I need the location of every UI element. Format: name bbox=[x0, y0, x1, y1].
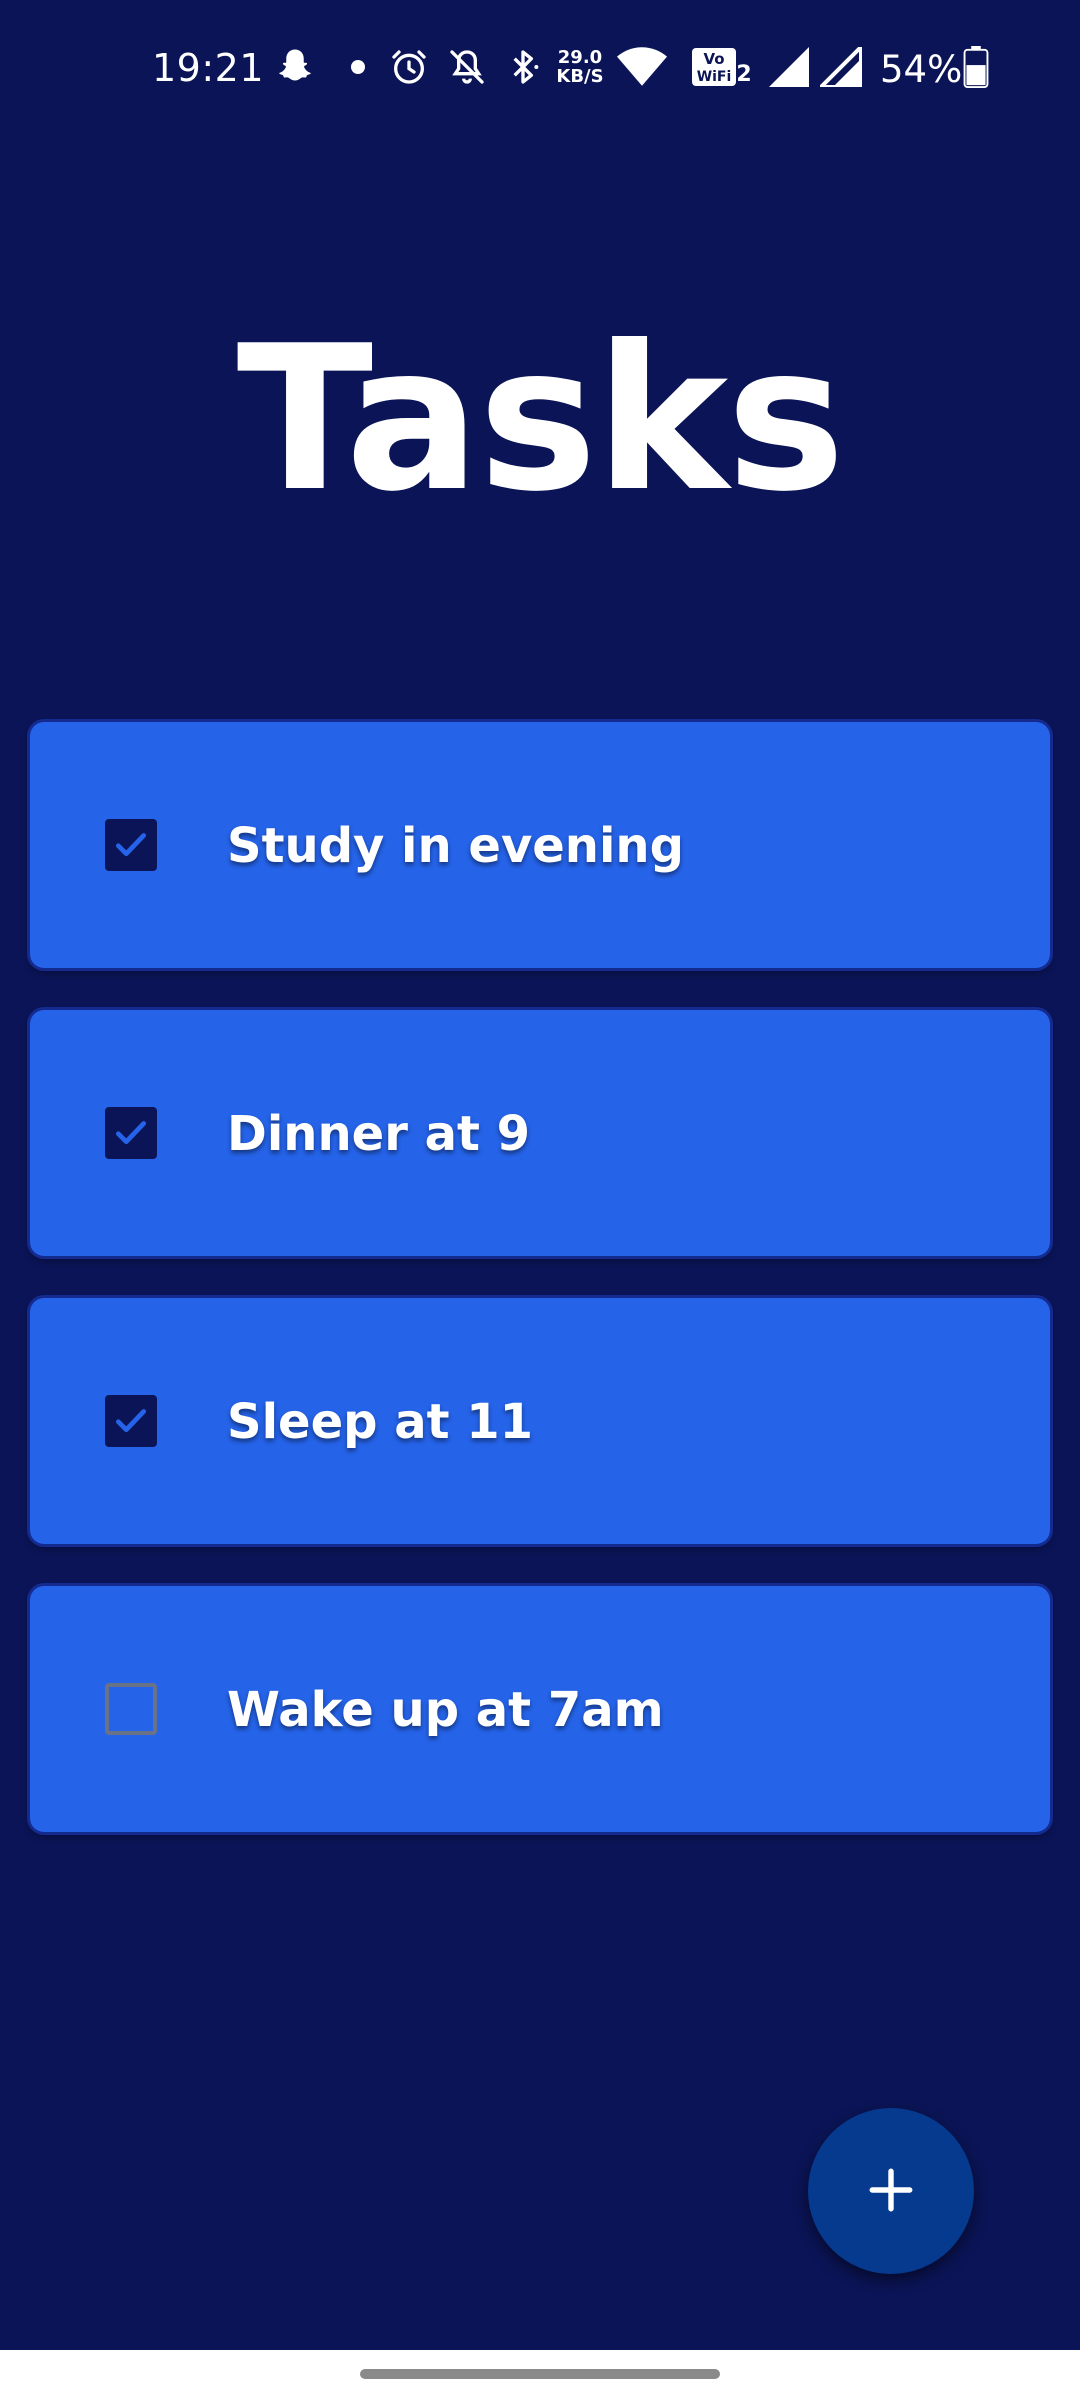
bluetooth-icon bbox=[500, 44, 546, 90]
home-gesture-handle[interactable] bbox=[360, 2369, 720, 2379]
wifi-icon bbox=[614, 44, 670, 90]
task-checkbox[interactable] bbox=[105, 819, 157, 871]
task-checkbox[interactable] bbox=[105, 1107, 157, 1159]
task-checkbox[interactable] bbox=[105, 1395, 157, 1447]
net-speed-value: 29.0 bbox=[557, 47, 603, 68]
task-item[interactable]: Sleep at 11 bbox=[30, 1298, 1050, 1544]
checkmark-icon bbox=[115, 1121, 147, 1145]
notification-dot-icon bbox=[346, 44, 370, 90]
task-item[interactable]: Dinner at 9 bbox=[30, 1010, 1050, 1256]
task-label: Study in evening bbox=[227, 818, 684, 874]
signal-icon bbox=[818, 44, 864, 90]
vowifi-icon: Vo WiFi 2 bbox=[690, 44, 752, 90]
mute-icon bbox=[444, 44, 490, 90]
page-title: Tasks bbox=[236, 303, 846, 536]
status-bar: 19:21 29.0 KB/S Vo WiFi 2 54% bbox=[0, 0, 1080, 145]
task-item[interactable]: Wake up at 7am bbox=[30, 1586, 1050, 1832]
status-time: 19:21 bbox=[152, 46, 265, 90]
task-label: Sleep at 11 bbox=[227, 1394, 534, 1450]
checkmark-icon bbox=[115, 833, 147, 857]
snapchat-icon bbox=[272, 44, 318, 90]
battery-icon bbox=[958, 44, 994, 90]
task-checkbox[interactable] bbox=[105, 1683, 157, 1735]
navigation-bar bbox=[0, 2350, 1080, 2400]
signal-icon bbox=[766, 44, 812, 90]
net-speed-unit: KB/S bbox=[556, 66, 604, 87]
task-label: Dinner at 9 bbox=[227, 1106, 531, 1162]
plus-icon bbox=[866, 2156, 916, 2226]
task-list: Study in evening Dinner at 9 Sleep at 11 Wa… bbox=[30, 722, 1050, 1874]
svg-text:2: 2 bbox=[736, 62, 751, 87]
task-item[interactable]: Study in evening bbox=[30, 722, 1050, 968]
add-task-button[interactable] bbox=[808, 2108, 974, 2274]
task-label: Wake up at 7am bbox=[227, 1682, 664, 1738]
checkmark-icon bbox=[115, 1409, 147, 1433]
battery-percent: 54% bbox=[880, 48, 963, 91]
net-speed: 29.0 KB/S bbox=[552, 48, 608, 86]
svg-text:Vo: Vo bbox=[703, 50, 724, 68]
svg-text:WiFi: WiFi bbox=[697, 69, 732, 85]
alarm-icon bbox=[386, 44, 432, 90]
